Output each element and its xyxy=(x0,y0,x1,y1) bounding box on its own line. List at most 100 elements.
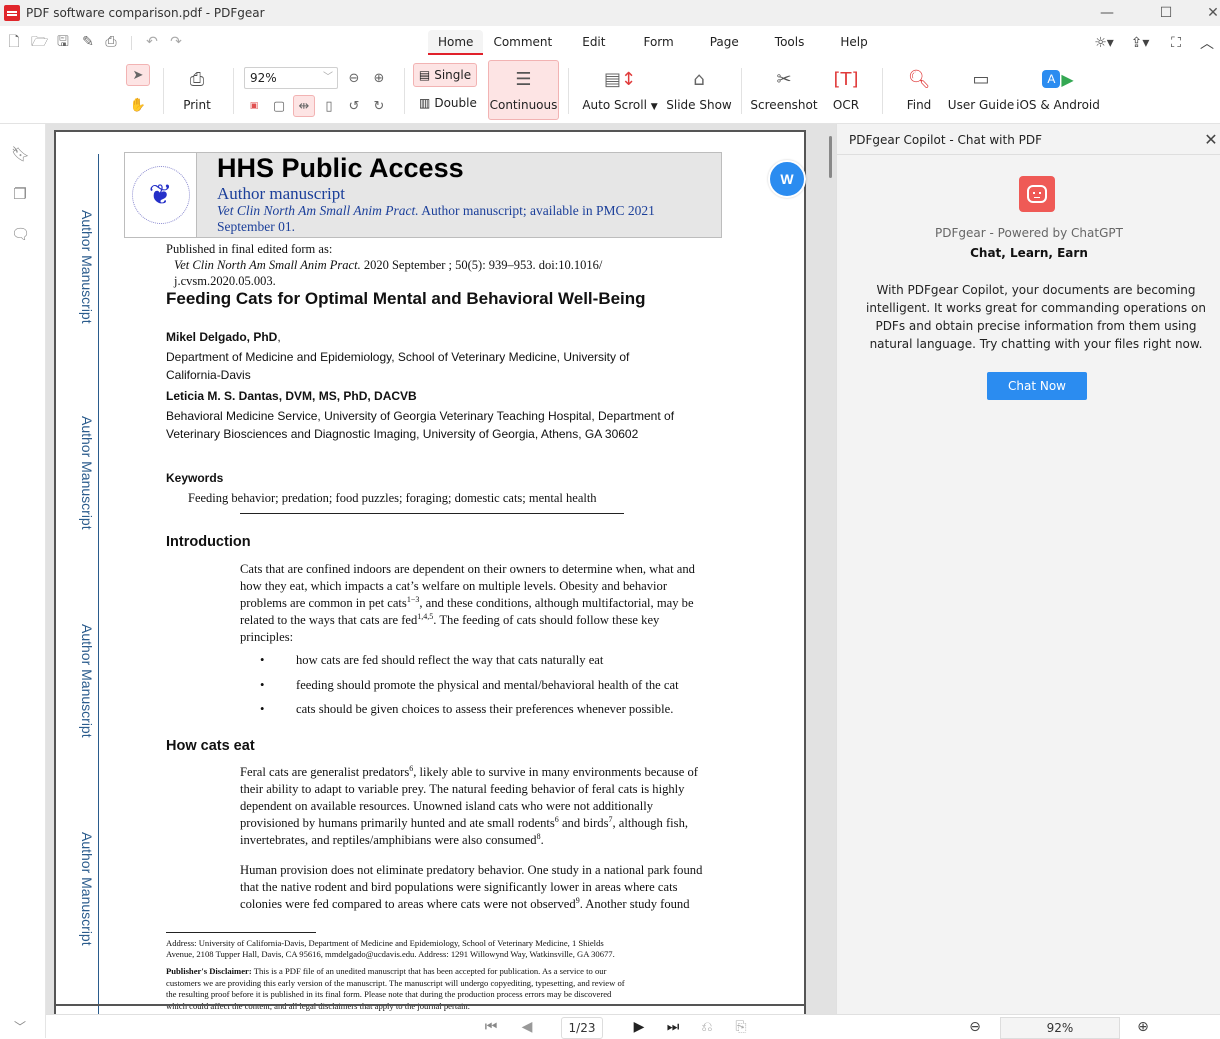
fit-height-icon[interactable]: ▯ xyxy=(318,95,340,117)
close-icon[interactable]: ✕ xyxy=(1201,130,1220,150)
print-quick-icon[interactable]: ⎙ xyxy=(103,34,119,50)
author-1-affiliation: Department of Medicine and Epidemiology,… xyxy=(166,350,630,382)
divider xyxy=(404,68,405,114)
undo-icon[interactable]: ↶ xyxy=(144,34,160,50)
zoom-in-icon[interactable]: ⊕ xyxy=(1134,1018,1152,1036)
share-icon[interactable]: ⇪▾ xyxy=(1122,34,1158,52)
fullscreen-icon[interactable]: ⛶ xyxy=(1158,34,1194,52)
convert-to-word-button[interactable]: W xyxy=(768,160,806,198)
book-icon: ▭ xyxy=(972,68,990,90)
collapse-ribbon-icon[interactable]: ︿ xyxy=(1194,34,1220,52)
published-citation: Vet Clin North Am Small Anim Pract. 2020… xyxy=(174,258,603,272)
bookmark-icon[interactable]: 🔖︎ xyxy=(11,145,30,163)
section-divider xyxy=(240,513,624,514)
window-title: PDF software comparison.pdf - PDFgear xyxy=(26,6,265,20)
minimize-button[interactable]: — xyxy=(1084,0,1130,26)
thumbnails-icon[interactable]: ❐ xyxy=(11,185,29,203)
maximize-button[interactable]: ☐ xyxy=(1143,0,1189,26)
zoom-in-icon[interactable]: ⊕ xyxy=(368,67,390,89)
page-number-field[interactable]: 1/23 xyxy=(561,1017,603,1039)
keywords-list: Feeding behavior; predation; food puzzle… xyxy=(188,491,597,505)
select-tool-icon[interactable]: ➤ xyxy=(126,64,150,86)
tab-form[interactable]: Form xyxy=(625,30,691,54)
print-button[interactable]: ⎙ Print xyxy=(180,64,214,113)
new-file-icon[interactable]: 🗋 xyxy=(6,34,22,50)
zoom-out-icon[interactable]: ⊖ xyxy=(343,67,365,89)
last-page-icon[interactable]: ⏭ xyxy=(664,1018,682,1036)
single-page-icon: ▤ xyxy=(418,68,431,82)
title-bar: PDF software comparison.pdf - PDFgear — … xyxy=(0,0,1220,26)
open-folder-icon[interactable]: 🗁 xyxy=(31,34,48,50)
double-page-icon: ▥ xyxy=(419,96,431,110)
rotate-right-icon[interactable]: ↻ xyxy=(368,95,390,117)
vertical-scrollbar[interactable] xyxy=(829,136,832,178)
chevron-down-icon[interactable]: ﹀ xyxy=(12,1018,28,1034)
introduction-heading: Introduction xyxy=(166,534,251,550)
tab-comment[interactable]: Comment xyxy=(483,30,562,54)
page-bottom-edge xyxy=(56,1004,806,1006)
copilot-panel: PDFgear Copilot - Chat with PDF ✕ PDFgea… xyxy=(836,124,1220,1014)
document-viewport[interactable]: Author Manuscript Author Manuscript Auth… xyxy=(46,124,836,1014)
screenshot-button[interactable]: ✂ Screenshot xyxy=(750,64,817,113)
redo-icon[interactable]: ↷ xyxy=(168,34,184,50)
chevron-down-icon: ﹀ xyxy=(323,72,333,83)
bullet-item: cats should be given choices to assess t… xyxy=(296,702,674,716)
how-cats-eat-paragraph-1: Feral cats are generalist predators6, li… xyxy=(240,763,698,847)
hand-tool-icon[interactable]: ✋ xyxy=(127,94,149,116)
ribbon-toolbar: ➤ ✋ ⎙ Print 92% ﹀ ⊖ ⊕ ▣ ▢ ⇹ ▯ ↺ ↻ ▤ Sing… xyxy=(0,58,1220,124)
chat-now-button[interactable]: Chat Now xyxy=(987,372,1087,400)
tab-help[interactable]: Help xyxy=(822,30,885,54)
first-page-icon[interactable]: ⏮ xyxy=(482,1018,500,1036)
continuous-button[interactable]: ☰ Continuous xyxy=(488,60,559,120)
save-as-icon[interactable]: ✎ xyxy=(80,34,96,50)
fit-page-icon[interactable]: ▢ xyxy=(268,95,290,117)
author-2-affiliation: Behavioral Medicine Service, University … xyxy=(166,409,675,441)
save-icon[interactable]: 🖫 xyxy=(55,34,71,50)
author-2: Leticia M. S. Dantas, DVM, MS, PhD, DACV… xyxy=(166,389,417,403)
divider xyxy=(163,68,164,114)
tab-home[interactable]: Home xyxy=(428,30,484,55)
next-view-icon[interactable]: ⎘ xyxy=(732,1018,750,1036)
user-guide-button[interactable]: ▭ User Guide xyxy=(948,64,1014,113)
find-button[interactable]: 🔍︎ Find xyxy=(902,64,936,113)
comments-icon[interactable]: 🗨︎ xyxy=(11,225,30,243)
next-page-icon[interactable]: ▶ xyxy=(630,1018,648,1036)
previous-page-icon[interactable]: ◀ xyxy=(518,1018,536,1036)
hhs-header-box: ❦ HHS Public Access Author manuscript Ve… xyxy=(124,152,722,238)
rotate-left-icon[interactable]: ↺ xyxy=(343,95,365,117)
ios-android-button[interactable]: A ▶ iOS & Android xyxy=(1016,64,1100,113)
menu-tabs: Home Comment Edit Form Page Tools Help xyxy=(428,30,886,55)
theme-icon[interactable]: ☼▾ xyxy=(1086,34,1122,52)
divider xyxy=(131,36,132,50)
single-page-button[interactable]: ▤ Single xyxy=(413,63,477,87)
tab-page[interactable]: Page xyxy=(692,30,757,54)
hhs-citation: Vet Clin North Am Small Anim Pract. Auth… xyxy=(217,203,655,234)
slide-show-button[interactable]: ⌂ Slide Show xyxy=(666,64,731,113)
close-window-button[interactable]: ✕ xyxy=(1190,0,1220,26)
hhs-eagle-logo: ❦ xyxy=(131,166,190,224)
fit-width-icon[interactable]: ⇹ xyxy=(293,95,315,117)
divider xyxy=(568,68,569,114)
author-manuscript-label: Author Manuscript xyxy=(79,416,95,530)
right-tools: ☼▾ ⇪▾ ⛶ ︿ xyxy=(1086,34,1220,52)
auto-scroll-button[interactable]: ▤ ↕ Auto Scroll ▼ xyxy=(582,64,657,113)
zoom-out-icon[interactable]: ⊖ xyxy=(966,1018,984,1036)
ocr-icon: [T] xyxy=(833,68,859,90)
zoom-select[interactable]: 92% ﹀ xyxy=(244,67,338,89)
tab-edit[interactable]: Edit xyxy=(562,30,625,54)
how-cats-eat-heading: How cats eat xyxy=(166,738,255,754)
how-cats-eat-paragraph-2: Human provision does not eliminate preda… xyxy=(240,863,703,911)
find-icon: 🔍︎ xyxy=(907,68,931,90)
previous-view-icon[interactable]: ⎌ xyxy=(698,1018,716,1036)
divider xyxy=(882,68,883,114)
author-manuscript-label: Author Manuscript xyxy=(79,832,95,946)
status-bar: ⏮ ◀ 1/23 ▶ ⏭ ⎌ ⎘ ⊖ 92% ⊕ xyxy=(46,1014,1220,1039)
zoom-level-field[interactable]: 92% xyxy=(1000,1017,1120,1039)
published-label: Published in final edited form as: xyxy=(166,242,333,256)
actual-size-icon[interactable]: ▣ xyxy=(243,95,265,117)
bullet-marker: • xyxy=(260,653,265,667)
double-page-button[interactable]: ▥ Double xyxy=(419,96,477,110)
divider xyxy=(741,68,742,114)
tab-tools[interactable]: Tools xyxy=(757,30,823,54)
ocr-button[interactable]: [T] OCR xyxy=(830,64,862,113)
